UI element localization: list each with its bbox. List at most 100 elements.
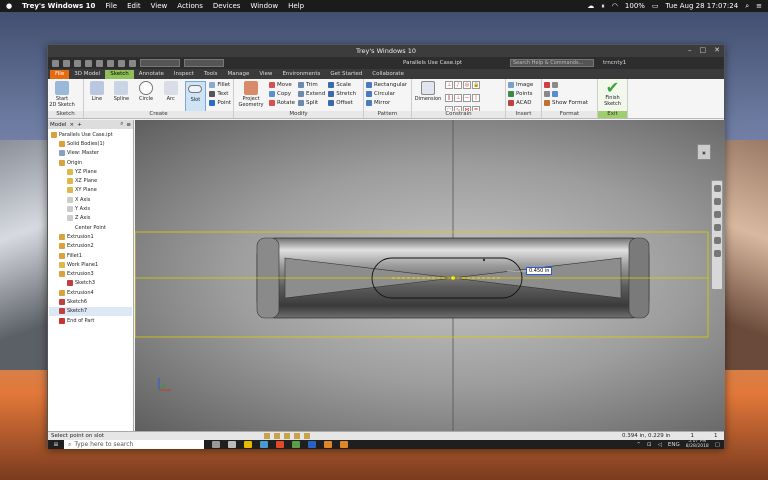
cloud-icon[interactable]: ☁ [587,2,594,10]
tab-annotate[interactable]: Annotate [134,70,169,79]
split-button[interactable]: Split [298,99,325,107]
scale-button[interactable]: Scale [328,81,356,89]
look-at-icon[interactable] [713,237,721,244]
tab-tools[interactable]: Tools [199,70,223,79]
browser-item[interactable]: YZ Plane [49,167,132,176]
circular-pattern-button[interactable]: Circular [366,90,407,98]
tab-3d-model[interactable]: 3D Model [69,70,105,79]
mirror-button[interactable]: Mirror [366,99,407,107]
inference-icon[interactable] [294,433,300,439]
tab-file[interactable]: File [50,70,70,79]
open-icon[interactable] [63,59,70,67]
save-icon[interactable] [74,59,81,67]
wifi-icon[interactable]: ◠ [612,2,618,10]
taskbar-clock[interactable]: 5:07 PM 8/28/2018 [686,439,709,449]
offset-button[interactable]: Offset [328,99,356,107]
menu-file[interactable]: File [105,2,117,10]
constraint-icon[interactable] [284,433,290,439]
menu-actions[interactable]: Actions [177,2,203,10]
orbit-icon[interactable] [713,224,721,231]
network-icon[interactable]: ⊡ [647,442,652,448]
browser-item[interactable]: Parallels Use Case.ipt [49,130,132,139]
people-icon[interactable]: ⌃ [636,442,641,448]
battery-icon[interactable]: ▭ [652,2,659,10]
language-indicator[interactable]: ENG [668,442,680,448]
add-tab-icon[interactable]: + [77,122,82,128]
vertical-constraint-icon[interactable]: | [472,93,480,102]
parallel-constraint-icon[interactable]: ∥ [445,93,453,102]
volume-icon[interactable]: ◁ [658,442,662,448]
minimize-icon[interactable]: – [688,46,692,54]
tab-view[interactable]: View [254,70,277,79]
taskbar-search-input[interactable]: ⌕ Type here to search [64,440,204,449]
menu-list-icon[interactable]: ≡ [756,2,762,10]
browser-tab-model[interactable]: Model [50,122,67,128]
inventor-app-icon[interactable] [340,441,348,448]
perpendicular-constraint-icon[interactable]: ⊥ [454,93,462,102]
acad-button[interactable]: ACAD [508,99,533,107]
show-format-button[interactable]: Show Format [544,99,588,107]
help-search-input[interactable]: Search Help & Commands... [510,59,594,67]
trim-button[interactable]: Trim [298,81,325,89]
image-button[interactable]: Image [508,81,533,89]
extend-button[interactable]: Extend [298,90,325,98]
settings-icon[interactable] [228,441,236,448]
point-button[interactable]: Point [209,99,231,107]
pan-icon[interactable] [713,198,721,205]
browser-item[interactable]: Y Axis [49,204,132,213]
tab-collaborate[interactable]: Collaborate [367,70,409,79]
home-icon[interactable] [107,59,114,67]
new-file-icon[interactable] [52,59,59,67]
view-cube[interactable]: ▣ [697,144,711,160]
store-icon[interactable] [260,441,268,448]
app-menu[interactable]: Trey's Windows 10 [22,2,95,10]
dof-icon[interactable] [274,433,280,439]
globe-icon[interactable] [129,59,136,67]
task-view-icon[interactable] [212,441,220,448]
construction-button[interactable] [544,81,588,89]
chrome-icon[interactable] [292,441,300,448]
rotate-button[interactable]: Rotate [269,99,295,107]
material-combo[interactable] [140,59,180,67]
tab-sketch[interactable]: Sketch [105,70,134,79]
undo-icon[interactable] [85,59,92,67]
menu-devices[interactable]: Devices [213,2,241,10]
maximize-icon[interactable]: □ [700,46,707,54]
graphics-viewport[interactable]: 0.450 in ▣ [135,120,725,431]
menu-edit[interactable]: Edit [127,2,141,10]
browser-item[interactable]: X Axis [49,195,132,204]
points-button[interactable]: Points [508,90,533,98]
fit-icon[interactable] [713,250,721,257]
steering-wheel-icon[interactable] [713,185,721,192]
edge-icon[interactable] [308,441,316,448]
parallels-icon[interactable]: ⏸ [601,2,605,11]
browser-item[interactable]: Fillet1 [49,251,132,260]
browser-item[interactable]: XY Plane [49,186,132,195]
text-button[interactable]: Text [209,90,231,98]
select-icon[interactable] [118,59,125,67]
viewport-canvas[interactable] [135,120,725,431]
browser-item[interactable]: Center Point [49,223,132,232]
tab-environments[interactable]: Environments [277,70,325,79]
tab-inspect[interactable]: Inspect [169,70,199,79]
fillet-button[interactable]: Fillet [209,81,231,89]
browser-item[interactable]: End of Part [49,316,132,325]
redo-icon[interactable] [96,59,103,67]
browser-item[interactable]: Sketch6 [49,297,132,306]
browser-item[interactable]: Solid Bodies(1) [49,139,132,148]
dimension-input[interactable]: 0.450 in [526,267,553,275]
browser-item[interactable]: Extrusion4 [49,288,132,297]
move-button[interactable]: Move [269,81,295,89]
grid-icon[interactable] [264,433,270,439]
close-icon[interactable]: × [70,122,75,128]
rectangular-pattern-button[interactable]: Rectangular [366,81,407,89]
office-icon[interactable] [276,441,284,448]
menu-window[interactable]: Window [250,2,278,10]
browser-item[interactable]: View: Master [49,149,132,158]
inventor-icon[interactable] [324,441,332,448]
menu-help[interactable]: Help [288,2,304,10]
close-icon[interactable]: ✕ [714,46,720,54]
notifications-icon[interactable]: ▢ [715,442,720,448]
horizontal-constraint-icon[interactable]: — [463,93,471,102]
stretch-button[interactable]: Stretch [328,90,356,98]
